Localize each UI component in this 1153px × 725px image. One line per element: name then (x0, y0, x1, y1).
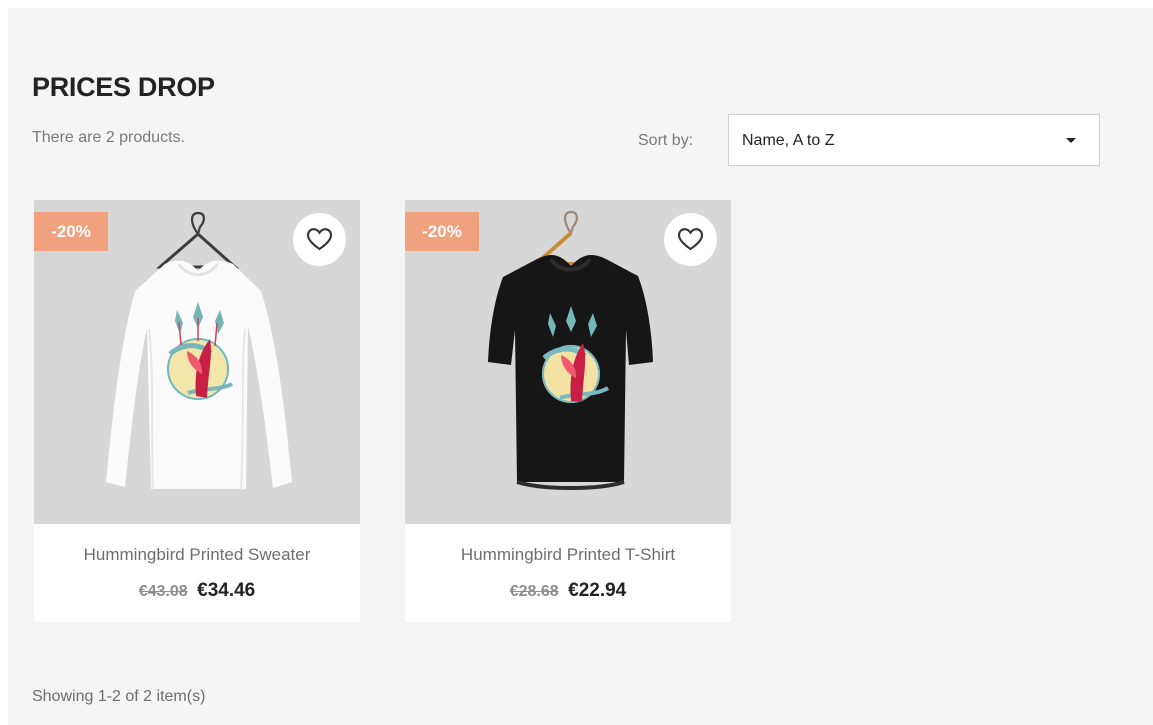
old-price: €43.08 (138, 583, 188, 600)
heart-icon (678, 228, 703, 251)
discount-badge: -20% (34, 212, 108, 251)
sort-selected-value: Name, A to Z (742, 132, 835, 149)
product-count: There are 2 products. (32, 129, 185, 146)
product-card-t-shirt[interactable]: -20% Hummingbird Printed T-Shirt €28.68 … (405, 200, 731, 622)
discount-badge: -20% (405, 212, 479, 251)
product-name[interactable]: Hummingbird Printed T-Shirt (405, 545, 731, 565)
product-price-row: €43.08 €34.46 (34, 580, 360, 602)
wishlist-button[interactable] (293, 213, 346, 266)
product-name[interactable]: Hummingbird Printed Sweater (34, 545, 360, 565)
sale-price: €34.46 (197, 580, 256, 601)
old-price: €28.68 (509, 583, 559, 600)
wishlist-button[interactable] (664, 213, 717, 266)
sale-price: €22.94 (568, 580, 627, 601)
product-card-sweater[interactable]: -20% Hummingbird Printed Sweater €43.08 … (34, 200, 360, 622)
product-listing-page: PRICES DROP There are 2 products. Sort b… (8, 8, 1153, 725)
chevron-down-icon (1066, 138, 1076, 143)
sort-dropdown[interactable]: Name, A to Z (728, 114, 1100, 166)
sort-label: Sort by: (638, 132, 694, 149)
heart-icon (307, 228, 332, 251)
product-price-row: €28.68 €22.94 (405, 580, 731, 602)
page-title: PRICES DROP (32, 72, 215, 102)
pagination-summary: Showing 1-2 of 2 item(s) (32, 688, 206, 705)
